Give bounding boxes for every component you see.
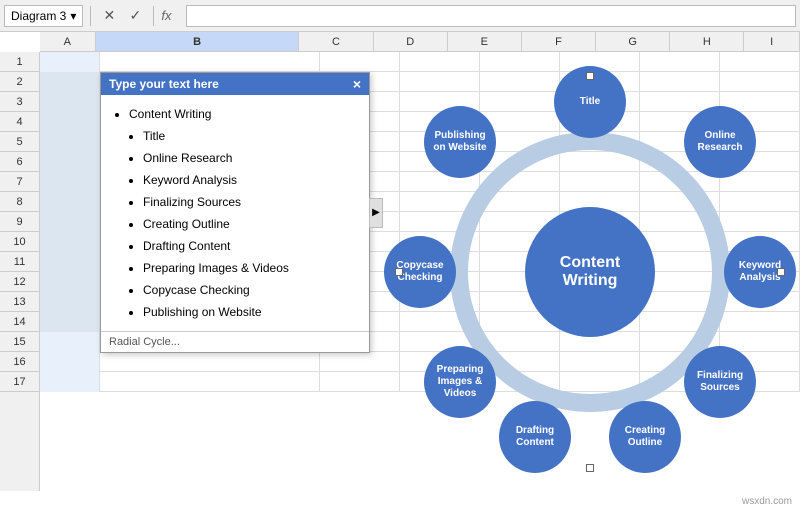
row-numbers: 1 2 3 4 5 6 7 8 9 10 11 12 13 14 15 16 1… xyxy=(0,52,40,491)
table-cell[interactable] xyxy=(40,192,100,212)
fx-label: fx xyxy=(161,8,171,23)
text-panel-body[interactable]: Content Writing Title Online Research Ke… xyxy=(101,95,369,331)
col-header-h[interactable]: H xyxy=(670,32,744,51)
table-cell[interactable] xyxy=(40,272,100,292)
row-num-2[interactable]: 2 xyxy=(0,72,39,92)
diagram-area[interactable]: ContentWriting Title OnlineResearch Keyw… xyxy=(380,52,800,491)
grid-area: 1 2 3 4 5 6 7 8 9 10 11 12 13 14 15 16 1… xyxy=(0,52,800,491)
table-cell[interactable] xyxy=(40,312,100,332)
node-drafting-content[interactable]: DraftingContent xyxy=(499,401,571,473)
list-item: Online Research xyxy=(143,147,359,169)
row-num-14[interactable]: 14 xyxy=(0,312,39,332)
list-item: Publishing on Website xyxy=(143,301,359,323)
row-num-9[interactable]: 9 xyxy=(0,212,39,232)
list-item: Drafting Content xyxy=(143,235,359,257)
col-header-d[interactable]: D xyxy=(374,32,448,51)
table-cell[interactable] xyxy=(40,152,100,172)
table-cell[interactable] xyxy=(40,112,100,132)
handle-left[interactable] xyxy=(395,268,403,276)
root-item: Content Writing xyxy=(129,103,359,125)
row-num-5[interactable]: 5 xyxy=(0,132,39,152)
table-cell[interactable] xyxy=(40,232,100,252)
toolbar-separator-1 xyxy=(90,6,91,26)
text-panel-header: Type your text here × xyxy=(101,73,369,95)
table-cell[interactable] xyxy=(40,252,100,272)
node-finalizing-sources[interactable]: FinalizingSources xyxy=(684,346,756,418)
row-num-15[interactable]: 15 xyxy=(0,332,39,352)
list-item: Copycase Checking xyxy=(143,279,359,301)
row-num-8[interactable]: 8 xyxy=(0,192,39,212)
node-online-research[interactable]: OnlineResearch xyxy=(684,106,756,178)
table-cell[interactable] xyxy=(100,52,320,72)
toolbar: Diagram 3 ▾ ✕ ✓ fx xyxy=(0,0,800,32)
handle-bottom[interactable] xyxy=(586,464,594,472)
text-panel-footer: Radial Cycle... xyxy=(101,331,369,352)
table-cell[interactable] xyxy=(40,52,100,72)
list-item: Title xyxy=(143,125,359,147)
table-cell[interactable] xyxy=(40,72,100,92)
col-header-c[interactable]: C xyxy=(299,32,373,51)
close-button[interactable]: ✕ xyxy=(98,5,120,27)
list-item: Creating Outline xyxy=(143,213,359,235)
radial-diagram: ContentWriting Title OnlineResearch Keyw… xyxy=(390,62,790,482)
row-num-6[interactable]: 6 xyxy=(0,152,39,172)
formula-bar[interactable] xyxy=(186,5,796,27)
table-cell[interactable] xyxy=(40,372,100,392)
row-num-17[interactable]: 17 xyxy=(0,372,39,392)
toolbar-separator-2 xyxy=(153,6,154,26)
row-num-10[interactable]: 10 xyxy=(0,232,39,252)
center-circle[interactable]: ContentWriting xyxy=(525,207,655,337)
chevron-down-icon: ▾ xyxy=(70,9,76,23)
col-header-i[interactable]: I xyxy=(744,32,800,51)
table-cell[interactable] xyxy=(40,212,100,232)
row-num-7[interactable]: 7 xyxy=(0,172,39,192)
table-cell[interactable] xyxy=(40,292,100,312)
node-creating-outline[interactable]: CreatingOutline xyxy=(609,401,681,473)
table-cell[interactable] xyxy=(100,372,320,392)
handle-right[interactable] xyxy=(777,268,785,276)
column-headers: A B C D E F G H I xyxy=(40,32,800,52)
col-header-f[interactable]: F xyxy=(522,32,596,51)
row-num-12[interactable]: 12 xyxy=(0,272,39,292)
node-keyword-analysis[interactable]: KeywordAnalysis xyxy=(724,236,796,308)
table-cell[interactable] xyxy=(100,352,320,372)
col-header-b[interactable]: B xyxy=(96,32,300,51)
list-item: Preparing Images & Videos xyxy=(143,257,359,279)
col-header-a[interactable]: A xyxy=(40,32,96,51)
row-num-1[interactable]: 1 xyxy=(0,52,39,72)
text-panel-close-button[interactable]: × xyxy=(353,77,361,91)
col-header-e[interactable]: E xyxy=(448,32,522,51)
grid-cells[interactable]: Type your text here × Content Writing Ti… xyxy=(40,52,800,491)
list-item: Finalizing Sources xyxy=(143,191,359,213)
row-num-11[interactable]: 11 xyxy=(0,252,39,272)
row-num-4[interactable]: 4 xyxy=(0,112,39,132)
text-panel: Type your text here × Content Writing Ti… xyxy=(100,72,370,353)
footer-label: Radial Cycle... xyxy=(109,336,180,348)
row-num-3[interactable]: 3 xyxy=(0,92,39,112)
table-cell[interactable] xyxy=(40,332,100,352)
check-button[interactable]: ✓ xyxy=(124,5,146,27)
col-header-g[interactable]: G xyxy=(596,32,670,51)
row-num-16[interactable]: 16 xyxy=(0,352,39,372)
table-cell[interactable] xyxy=(40,352,100,372)
panel-scroll-right[interactable]: ▶ xyxy=(369,198,383,228)
handle-top[interactable] xyxy=(586,72,594,80)
text-panel-title: Type your text here xyxy=(109,77,219,91)
row-num-13[interactable]: 13 xyxy=(0,292,39,312)
table-cell[interactable] xyxy=(40,132,100,152)
watermark: wsxdn.com xyxy=(742,496,792,507)
table-cell[interactable] xyxy=(40,92,100,112)
table-cell[interactable] xyxy=(40,172,100,192)
node-preparing-images[interactable]: PreparingImages &Videos xyxy=(424,346,496,418)
diagram-dropdown[interactable]: Diagram 3 ▾ xyxy=(4,5,83,27)
list-item: Keyword Analysis xyxy=(143,169,359,191)
node-publishing[interactable]: Publishingon Website xyxy=(424,106,496,178)
diagram-name: Diagram 3 xyxy=(11,9,66,23)
